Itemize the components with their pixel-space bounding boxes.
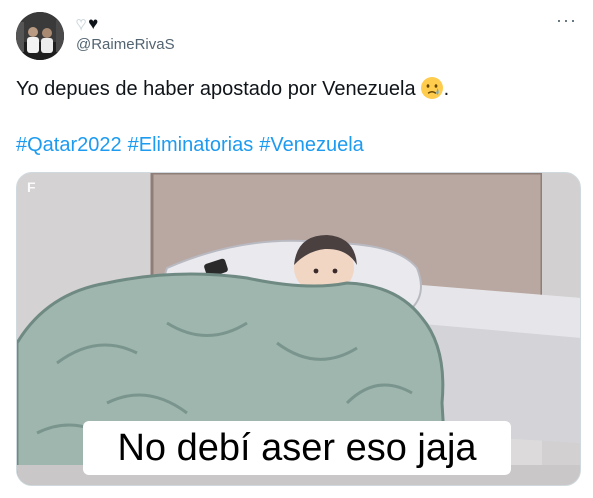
- crying-face-emoji: [420, 77, 443, 99]
- hashtag-venezuela[interactable]: #Venezuela: [259, 134, 364, 156]
- meme-caption: No debí aser eso jaja: [83, 421, 511, 475]
- black-heart-icon: ♥: [88, 14, 99, 33]
- tweet-card: ♥ ♥ @RaimeRivaS ··· Yo depues de haber a…: [0, 0, 593, 498]
- tweet-media[interactable]: F No debí aser eso jaja: [16, 172, 581, 486]
- display-name[interactable]: ♥ ♥: [75, 14, 175, 33]
- hashtag-eliminatorias[interactable]: #Eliminatorias: [128, 134, 254, 156]
- more-dots-icon[interactable]: ···: [556, 10, 577, 31]
- tweet-text: Yo depues de haber apostado por Venezuel…: [16, 76, 449, 102]
- tweet-text-body: Yo depues de haber apostado por Venezuel…: [16, 78, 416, 100]
- tweet-text-period: .: [443, 78, 450, 100]
- hashtag-row: #Qatar2022 #Eliminatorias #Venezuela: [16, 132, 370, 158]
- white-heart-icon: ♥: [75, 14, 87, 33]
- hashtag-qatar2022[interactable]: #Qatar2022: [16, 134, 122, 156]
- author-handle[interactable]: @RaimeRivaS: [76, 36, 175, 53]
- avatar[interactable]: [16, 12, 64, 60]
- author-info[interactable]: ♥ ♥ @RaimeRivaS: [75, 14, 175, 53]
- watermark-logo: F: [27, 179, 36, 195]
- avatar-image: [16, 12, 64, 60]
